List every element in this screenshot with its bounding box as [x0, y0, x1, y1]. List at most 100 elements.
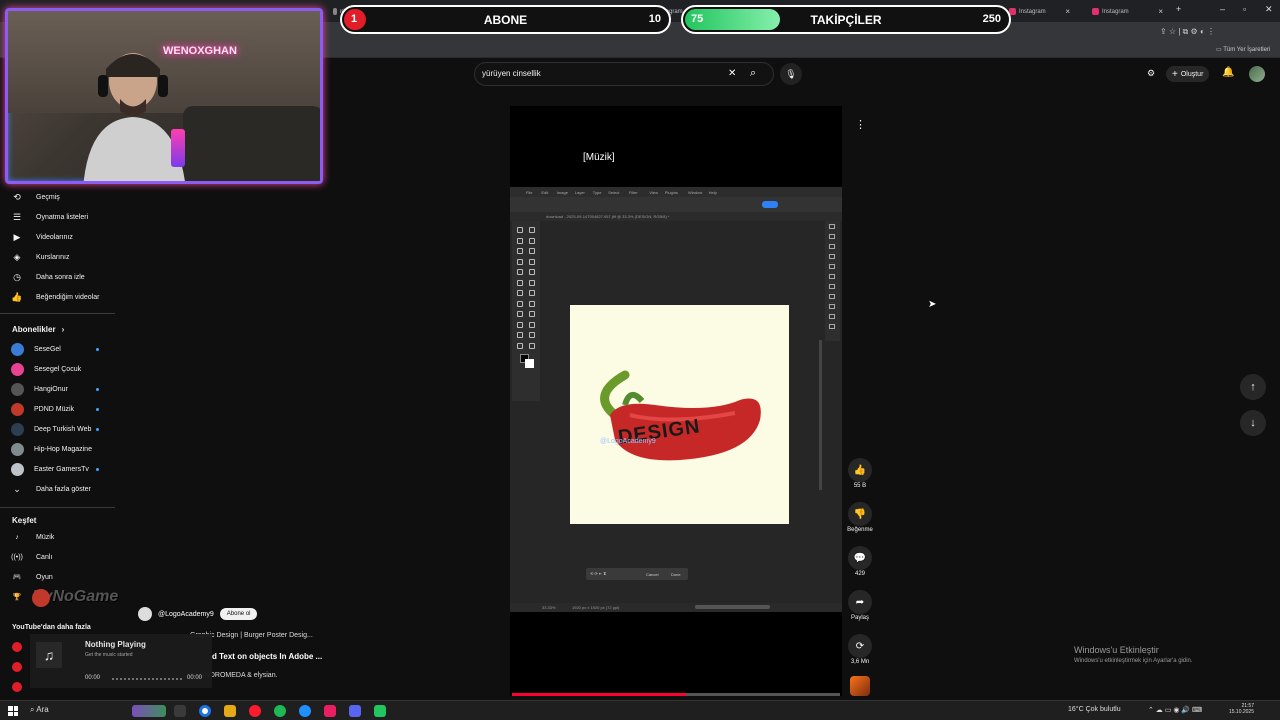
sidebar-item[interactable]: 👍 Beğendiğim videolar [10, 290, 99, 304]
subscription-item[interactable]: Deep Turkish Web [11, 422, 91, 436]
sidebar-item[interactable]: ◈ Kurslarınız [10, 250, 70, 264]
task-view-icon[interactable] [174, 705, 186, 717]
explore-item[interactable]: ((•)) Canlı [10, 550, 52, 564]
subscription-item[interactable]: Sesegel Çocuk [11, 362, 81, 376]
ps-tool-icon[interactable] [517, 248, 523, 254]
clock[interactable]: 21:57 15.10.2025 [1228, 703, 1254, 715]
ps-menu-item[interactable]: Type [593, 190, 602, 195]
ps-menu-item[interactable]: Edit [541, 190, 548, 195]
extension-icons[interactable]: ⇪ ☆ | ⧉ ⚙ ◐ ⋮ [1160, 27, 1215, 37]
discord-icon[interactable] [349, 705, 361, 717]
ps-panel-icon[interactable] [829, 294, 835, 299]
ps-panel-icon[interactable] [829, 324, 835, 329]
channel-name[interactable]: @LogoAcademy9 [158, 611, 214, 618]
cast-icon[interactable]: ⚙ [1147, 68, 1155, 79]
comment-icon[interactable]: 💬 [848, 546, 872, 570]
app-icon-blue[interactable] [299, 705, 311, 717]
share-icon[interactable]: ➦ [848, 590, 872, 614]
app-icon-green[interactable] [374, 705, 386, 717]
ps-tool-icon[interactable] [517, 290, 523, 296]
search-icon[interactable]: ⌕ [750, 67, 756, 80]
browser-tab[interactable]: Instagram × [1003, 3, 1073, 20]
thumbs-down-icon[interactable]: 👎 [848, 502, 872, 526]
ps-menu-item[interactable]: File [526, 190, 532, 195]
sound-thumbnail[interactable] [850, 676, 870, 696]
ps-tool-icon[interactable] [517, 227, 523, 233]
avatar[interactable] [1249, 66, 1265, 82]
ps-tool-icon[interactable] [529, 342, 535, 349]
sidebar-item[interactable]: ☰ Oynatma listeleri [10, 210, 88, 224]
spotify-icon[interactable] [274, 705, 286, 717]
ps-tool-icon[interactable] [529, 311, 535, 317]
maximize-icon[interactable]: ▫ [1243, 4, 1246, 14]
ps-tool-icon[interactable] [529, 290, 535, 296]
ps-tool-icon[interactable] [517, 237, 523, 244]
ps-tool-icon[interactable] [517, 279, 523, 286]
ps-panel-icon[interactable] [829, 234, 835, 239]
close-window-icon[interactable]: ✕ [1265, 4, 1273, 15]
ps-tool-icon[interactable] [529, 300, 535, 307]
video-progress-bar[interactable] [512, 693, 840, 696]
ps-panel-icon[interactable] [829, 274, 835, 279]
subscription-item[interactable]: Easter GamersTv [11, 462, 89, 476]
ps-menu-item[interactable]: Plugins [665, 190, 678, 195]
weather[interactable]: 16°C Çok bulutlu [1068, 706, 1121, 713]
background-color-swatch[interactable] [525, 359, 534, 368]
ps-menu-item[interactable]: Window [688, 190, 702, 195]
ps-panel-icon[interactable] [829, 254, 835, 259]
ps-menu-item[interactable]: View [649, 190, 658, 195]
sidebar-item[interactable]: ◷ Daha sonra izle [10, 270, 85, 284]
create-button[interactable]: + Oluştur [1166, 66, 1210, 82]
taskbar-search[interactable]: ⌕ Ara [30, 705, 49, 715]
ps-panel-icon[interactable] [829, 284, 835, 289]
ps-tool-icon[interactable] [529, 227, 535, 233]
ps-tool-icon[interactable] [517, 342, 523, 349]
subscription-item[interactable]: HangiOnur [11, 382, 68, 396]
ps-tool-icon[interactable] [529, 321, 535, 328]
remix-icon[interactable]: ⟳ [848, 634, 872, 658]
subscription-item[interactable]: Hip-Hop Magazine [11, 442, 92, 456]
chrome-icon[interactable] [199, 705, 211, 717]
ps-menu-item[interactable]: Layer [575, 190, 585, 195]
clear-search-icon[interactable]: ✕ [728, 68, 736, 79]
subscription-item[interactable]: SeseGel [11, 342, 61, 356]
ps-tool-icon[interactable] [517, 321, 523, 328]
ps-panel-icon[interactable] [829, 264, 835, 269]
ps-tool-icon[interactable] [529, 258, 535, 265]
related-video-title[interactable]: d Text on objects In Adobe ... [212, 652, 322, 661]
channel-avatar[interactable] [138, 607, 152, 621]
ps-tool-icon[interactable] [529, 279, 535, 286]
browser-tab[interactable]: Instagram × [1086, 3, 1166, 20]
explore-item[interactable]: 🎮 Oyun [10, 570, 53, 584]
notifications-icon[interactable]: 🔔 [1222, 67, 1234, 78]
ps-panel-icon[interactable] [829, 304, 835, 309]
show-more-button[interactable]: ⌄ Daha fazla göster [10, 482, 91, 496]
ps-tool-icon[interactable] [517, 258, 523, 265]
explore-item[interactable]: ♪ Müzik [10, 530, 54, 544]
sidebar-item[interactable]: ⟲ Geçmiş [10, 190, 60, 204]
tab-close-icon[interactable]: × [1065, 7, 1070, 16]
tab-close-icon[interactable]: × [1158, 7, 1163, 16]
ps-panel-icon[interactable] [829, 224, 835, 229]
thumbs-up-icon[interactable]: 👍 [848, 458, 872, 482]
widgets-icon[interactable] [132, 705, 166, 717]
more-options-icon[interactable]: ⋮ [855, 118, 866, 131]
ps-menu-item[interactable]: Help [709, 190, 717, 195]
next-short-button[interactable]: ↓ [1240, 410, 1266, 436]
ps-menu-item[interactable]: Filter [629, 190, 638, 195]
subscription-item[interactable]: PDND Müzik [11, 402, 74, 416]
ps-tool-icon[interactable] [529, 248, 535, 254]
tray-icons[interactable]: ⌃ ☁ ▭ ◉ 🔊 ⌨ [1148, 706, 1202, 714]
ps-tool-icon[interactable] [517, 311, 523, 317]
minimize-icon[interactable]: – [1220, 4, 1225, 14]
ps-tool-icon[interactable] [529, 237, 535, 244]
previous-short-button[interactable]: ↑ [1240, 374, 1266, 400]
mic-icon[interactable]: 🎙 [780, 63, 802, 85]
ps-tool-icon[interactable] [517, 332, 523, 338]
ps-tool-icon[interactable] [517, 300, 523, 307]
ps-menu-item[interactable]: Image [557, 190, 568, 195]
ps-menu-item[interactable]: Select [608, 190, 619, 195]
subscribe-button[interactable]: Abone ol [219, 608, 258, 620]
new-tab-icon[interactable]: + [1176, 4, 1181, 14]
explorer-icon[interactable] [224, 705, 236, 717]
